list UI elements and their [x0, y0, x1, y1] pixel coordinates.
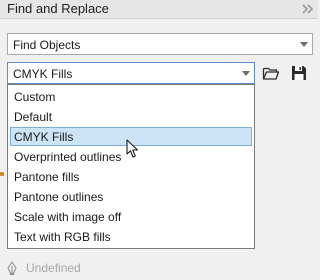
- chevron-down-icon: [300, 42, 308, 47]
- panel-title: Find and Replace: [7, 1, 109, 16]
- status-text: Undefined: [26, 261, 81, 275]
- dropdown-option-custom[interactable]: Custom: [10, 87, 252, 106]
- collapse-panel-button[interactable]: [300, 3, 314, 15]
- query-preset-value: CMYK Fills: [13, 67, 73, 81]
- dropdown-option-default[interactable]: Default: [10, 107, 252, 126]
- floppy-disk-icon: [292, 66, 306, 80]
- query-preset-select[interactable]: CMYK Fills: [7, 62, 255, 84]
- folder-open-icon: [262, 67, 280, 80]
- find-mode-select[interactable]: Find Objects: [7, 33, 313, 55]
- pen-nib-icon: [7, 261, 17, 275]
- double-chevron-right-icon: [302, 4, 314, 14]
- mouse-pointer-icon: [126, 139, 139, 158]
- dropdown-option-pantone-outlines[interactable]: Pantone outlines: [10, 187, 252, 206]
- save-query-button[interactable]: [290, 64, 308, 82]
- dropdown-option-text-with-rgb-fills[interactable]: Text with RGB fills: [10, 227, 252, 246]
- warning-marker: [0, 172, 4, 176]
- query-preset-dropdown: Custom Default CMYK Fills Overprinted ou…: [7, 84, 255, 249]
- chevron-down-icon: [242, 71, 250, 76]
- panel-header: Find and Replace: [0, 0, 318, 19]
- dropdown-option-pantone-fills[interactable]: Pantone fills: [10, 167, 252, 186]
- dropdown-option-scale-with-image-off[interactable]: Scale with image off: [10, 207, 252, 226]
- find-mode-value: Find Objects: [13, 38, 81, 52]
- open-query-button[interactable]: [262, 64, 280, 82]
